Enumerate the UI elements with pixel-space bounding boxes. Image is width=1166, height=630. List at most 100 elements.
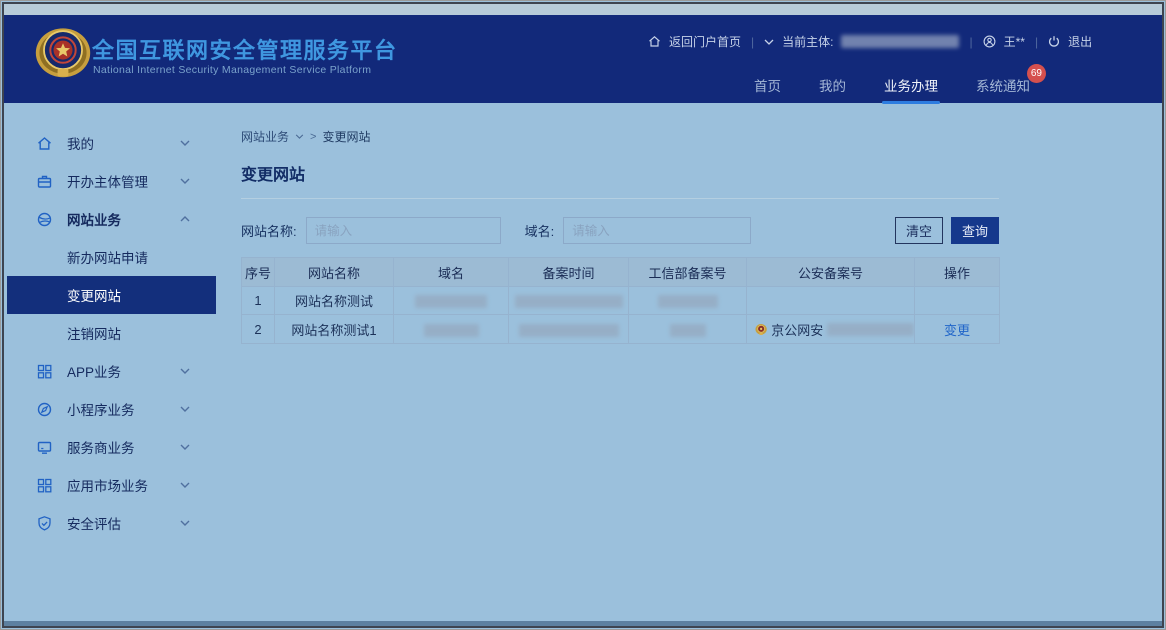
sidebar-item-label: 开办主体管理 xyxy=(67,171,148,191)
app-window: 全国互联网安全管理服务平台 National Internet Security… xyxy=(0,0,1166,630)
sidebar-item-security-assessment[interactable]: 安全评估 xyxy=(7,504,216,542)
sidebar-subitem-label: 注销网站 xyxy=(67,323,121,343)
police-badge-logo xyxy=(34,22,92,80)
sidebar-item-label: 应用市场业务 xyxy=(67,475,148,495)
miit-record-cell xyxy=(629,287,747,315)
police-record-cell xyxy=(747,287,915,315)
breadcrumb-parent[interactable]: 网站业务 xyxy=(241,128,289,145)
action-cell xyxy=(915,287,1000,315)
row-index: 2 xyxy=(242,315,275,344)
site-name-cell: 网站名称测试 xyxy=(275,287,394,315)
sidebar-item-mine[interactable]: 我的 xyxy=(7,124,216,162)
table-header-row: 序号 网站名称 域名 备案时间 工信部备案号 公安备案号 操作 xyxy=(242,258,1000,287)
nav-tab-home[interactable]: 首页 xyxy=(754,75,781,95)
breadcrumb-separator: > xyxy=(310,131,316,143)
breadcrumb: 网站业务 > 变更网站 xyxy=(241,128,999,145)
redacted-text xyxy=(519,324,619,337)
police-record-cell: 京公网安 xyxy=(747,315,915,344)
chevron-down-icon xyxy=(180,444,190,450)
sidebar-item-label: 小程序业务 xyxy=(67,399,135,419)
globe-icon xyxy=(36,211,53,228)
main-content: 网站业务 > 变更网站 变更网站 网站名称: 域名: 清空 查询 xyxy=(241,106,999,344)
briefcase-icon xyxy=(36,173,53,190)
site-name-input[interactable] xyxy=(306,217,501,244)
separator: | xyxy=(967,35,974,49)
home-icon xyxy=(648,35,661,48)
col-site-name: 网站名称 xyxy=(275,258,394,287)
chevron-down-icon xyxy=(180,520,190,526)
sidebar-item-label: APP业务 xyxy=(67,361,121,381)
col-record-time: 备案时间 xyxy=(509,258,629,287)
sidebar: 我的 开办主体管理 网站业务 新办网站申请 xyxy=(7,124,216,542)
mini-police-badge-icon xyxy=(755,323,767,336)
platform-subtitle: National Internet Security Management Se… xyxy=(93,64,371,76)
page-title: 变更网站 xyxy=(241,161,999,185)
domain-cell xyxy=(394,315,509,344)
platform-title: 全国互联网安全管理服务平台 xyxy=(92,33,398,65)
table-row: 1 网站名称测试 xyxy=(242,287,1000,315)
window-bottom-strip xyxy=(4,621,1162,626)
chevron-down-icon xyxy=(180,178,190,184)
redacted-text xyxy=(827,323,914,336)
compass-icon xyxy=(36,401,53,418)
nav-tab-mine[interactable]: 我的 xyxy=(819,75,846,95)
redacted-text xyxy=(670,324,706,337)
chevron-down-icon[interactable] xyxy=(295,134,304,139)
redacted-text xyxy=(515,295,623,308)
search-form: 网站名称: 域名: 清空 查询 xyxy=(241,217,999,244)
action-cell: 变更 xyxy=(915,315,1000,344)
site-name-cell: 网站名称测试1 xyxy=(275,315,394,344)
chevron-up-icon xyxy=(180,216,190,222)
nav-tab-business[interactable]: 业务办理 xyxy=(884,75,938,95)
redacted-text xyxy=(424,324,479,337)
sidebar-item-provider-business[interactable]: 服务商业务 xyxy=(7,428,216,466)
monitor-icon xyxy=(36,439,53,456)
sidebar-subitem-new-website[interactable]: 新办网站申请 xyxy=(7,238,216,276)
chevron-down-icon xyxy=(180,140,190,146)
sidebar-item-label: 安全评估 xyxy=(67,513,121,533)
domain-input[interactable] xyxy=(563,217,751,244)
redacted-subject-name xyxy=(841,35,959,48)
power-icon xyxy=(1048,35,1060,48)
sidebar-item-miniprogram-business[interactable]: 小程序业务 xyxy=(7,390,216,428)
col-action: 操作 xyxy=(915,258,1000,287)
header-nav: 首页 我的 业务办理 系统通知 69 xyxy=(754,75,1030,95)
redacted-text xyxy=(415,295,487,308)
grid-icon xyxy=(36,477,53,494)
domain-label: 域名: xyxy=(525,221,555,240)
sidebar-subitem-change-website[interactable]: 变更网站 xyxy=(7,276,216,314)
col-police-record-no: 公安备案号 xyxy=(747,258,915,287)
police-record-prefix: 京公网安 xyxy=(771,320,823,339)
nav-tab-notices[interactable]: 系统通知 69 xyxy=(976,75,1030,95)
search-button[interactable]: 查询 xyxy=(951,217,999,244)
grid-icon xyxy=(36,363,53,380)
redacted-text xyxy=(658,295,718,308)
user-icon xyxy=(983,35,996,48)
miit-record-cell xyxy=(629,315,747,344)
sidebar-item-entity-management[interactable]: 开办主体管理 xyxy=(7,162,216,200)
sidebar-item-website-business[interactable]: 网站业务 xyxy=(7,200,216,238)
logout-link[interactable]: 退出 xyxy=(1068,33,1092,50)
record-time-cell xyxy=(509,287,629,315)
sidebar-item-app-business[interactable]: APP业务 xyxy=(7,352,216,390)
username[interactable]: 王** xyxy=(1004,33,1025,50)
sidebar-item-appmarket-business[interactable]: 应用市场业务 xyxy=(7,466,216,504)
home-icon xyxy=(36,135,53,152)
header: 全国互联网安全管理服务平台 National Internet Security… xyxy=(4,15,1162,103)
shield-check-icon xyxy=(36,515,53,532)
chevron-down-icon[interactable] xyxy=(764,39,774,45)
websites-table: 序号 网站名称 域名 备案时间 工信部备案号 公安备案号 操作 1 网站名称测试 xyxy=(241,257,1000,344)
record-time-cell xyxy=(509,315,629,344)
clear-button[interactable]: 清空 xyxy=(895,217,943,244)
return-portal-link[interactable]: 返回门户首页 xyxy=(669,33,741,50)
sidebar-subitem-label: 变更网站 xyxy=(67,285,121,305)
sidebar-subitem-cancel-website[interactable]: 注销网站 xyxy=(7,314,216,352)
change-link[interactable]: 变更 xyxy=(944,323,970,338)
separator: | xyxy=(1033,35,1040,49)
row-index: 1 xyxy=(242,287,275,315)
current-subject-label: 当前主体: xyxy=(782,33,833,50)
title-divider xyxy=(241,198,999,199)
chevron-down-icon xyxy=(180,482,190,488)
sidebar-subitem-label: 新办网站申请 xyxy=(67,247,148,267)
chevron-down-icon xyxy=(180,368,190,374)
